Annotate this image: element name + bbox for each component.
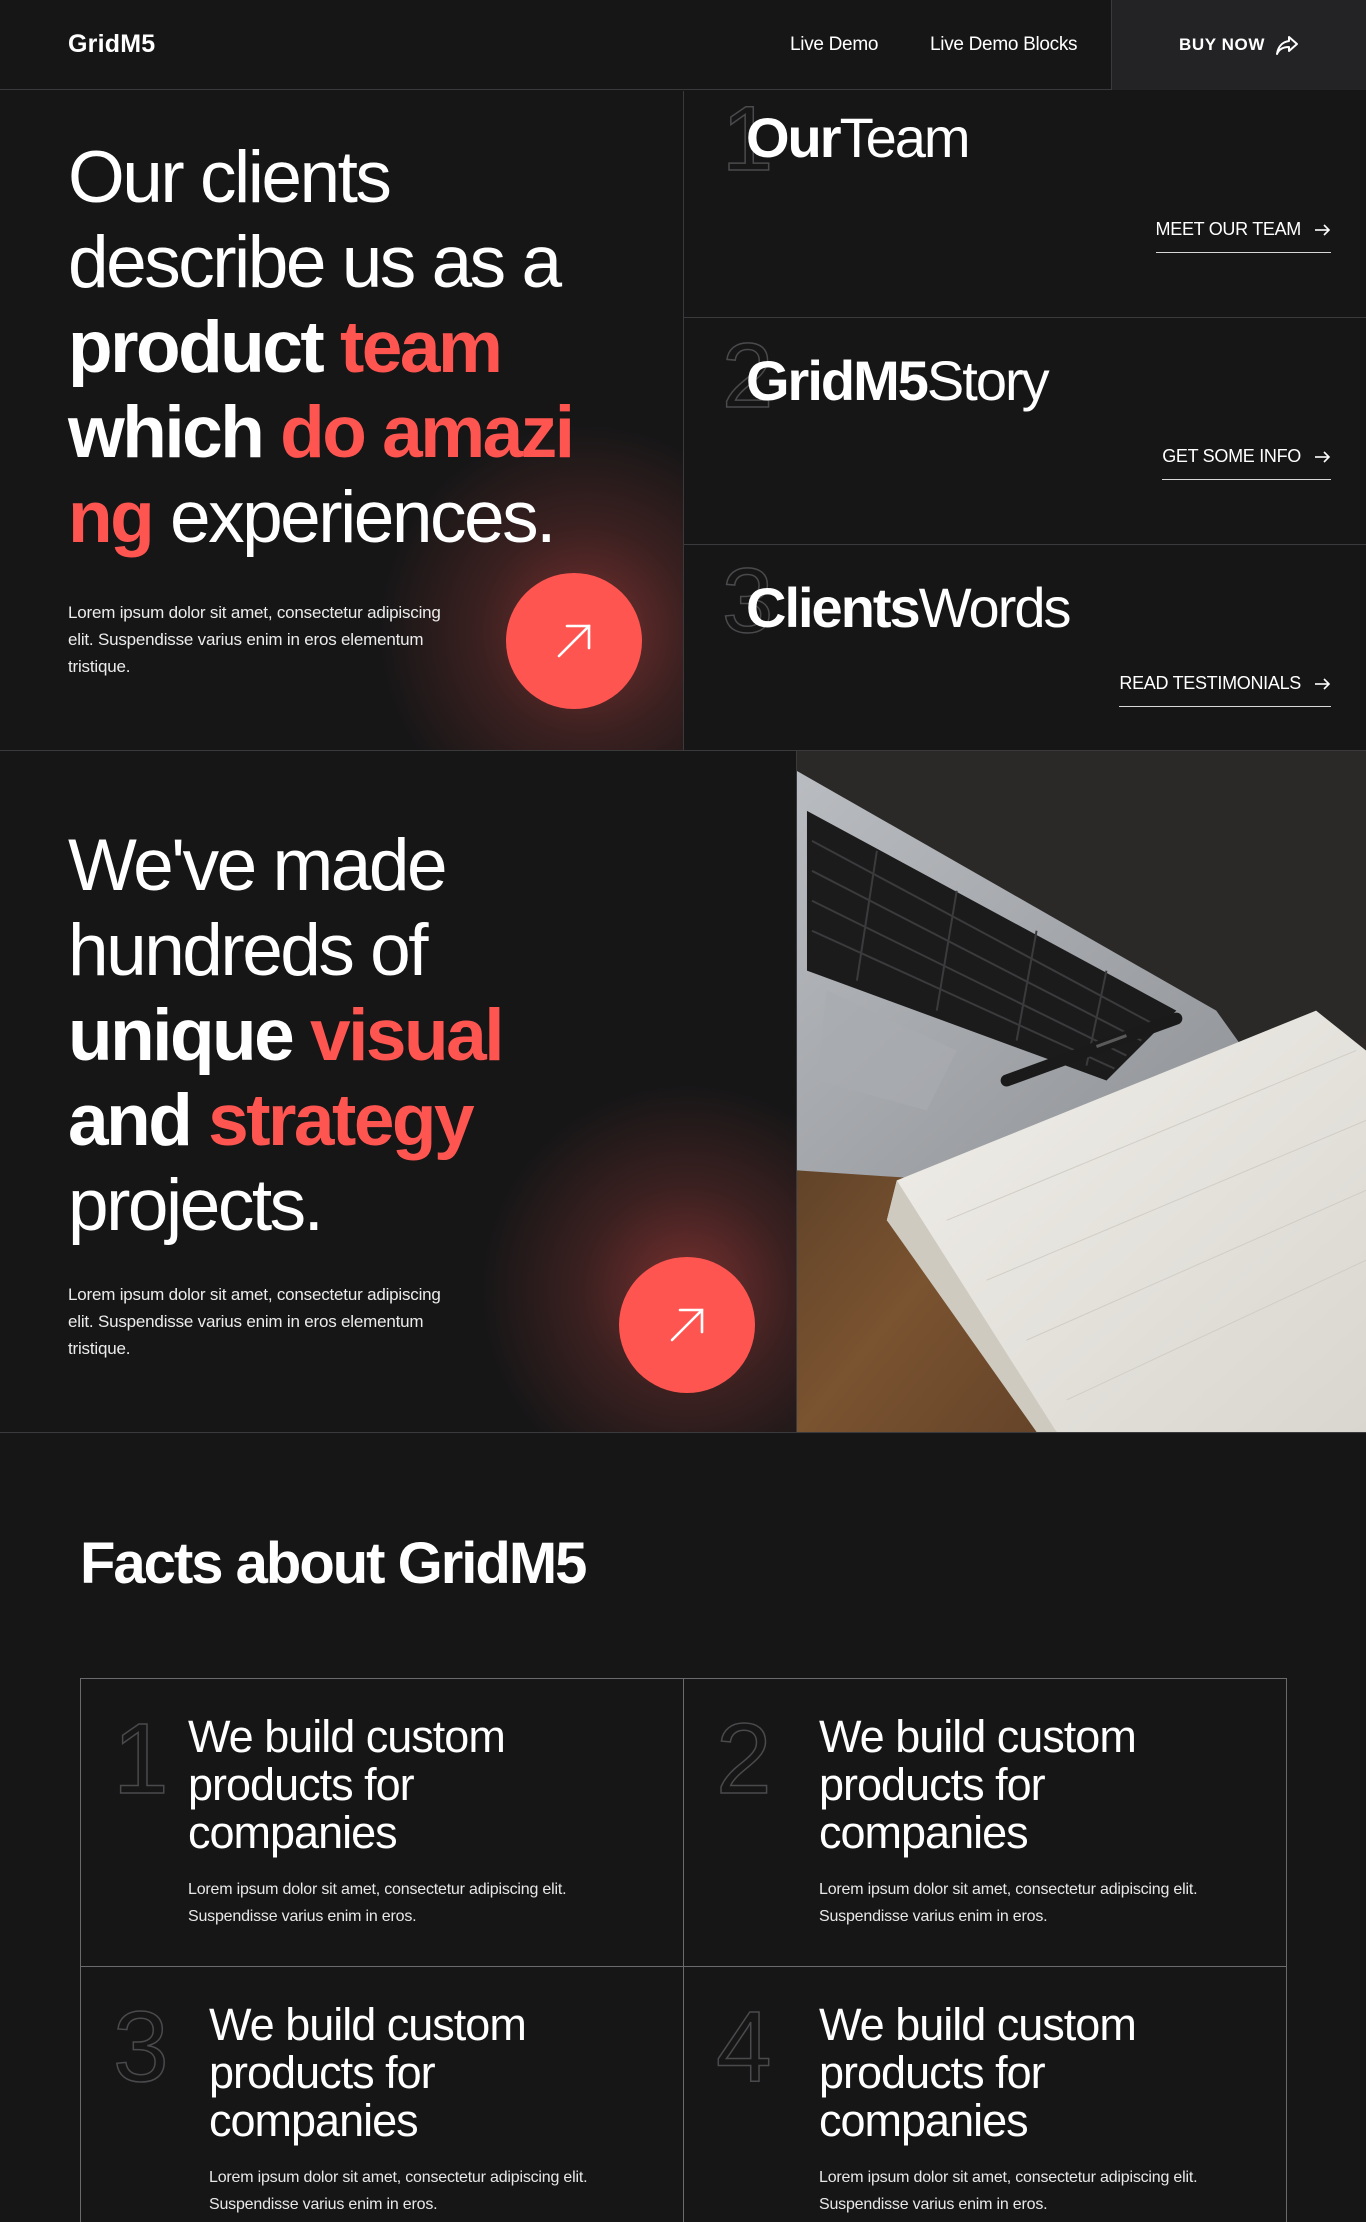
card-title-rest: Story [926, 349, 1050, 412]
fact-item: 1 We build custom products for companies… [81, 1679, 684, 1967]
buy-now-button[interactable]: BUY NOW [1111, 0, 1366, 90]
fact-number: 4 [715, 1991, 772, 2103]
card-title-rest: Team [839, 106, 971, 169]
arrow-up-right-icon [557, 624, 591, 658]
fact-number: 3 [112, 1991, 169, 2103]
fact-body: Lorem ipsum dolor sit amet, consectetur … [209, 2169, 588, 2213]
arrow-right-icon [1315, 223, 1331, 236]
logo[interactable]: GridM5 [68, 30, 155, 59]
facts-title-regular: Facts about [80, 1531, 385, 1596]
fact-heading: We build custom products for companies [209, 1999, 527, 2146]
card-clients-words: 3 ClientsWords READ TESTIMONIALS [684, 545, 1366, 772]
hero-word-do-amazing-2: ng [68, 477, 155, 558]
fact-heading: We build custom products for companies [819, 1711, 1137, 1858]
hero-line-2: describe us as a [68, 222, 562, 303]
get-some-info-link[interactable]: GET SOME INFO [1162, 446, 1331, 480]
hero-headline: Our clients describe us as a product tea… [68, 135, 668, 560]
projects-arrow-button[interactable] [619, 1257, 755, 1393]
laptop-notebook-photo [796, 751, 1366, 1433]
card-our-team: 1 OurTeam MEET OUR TEAM [684, 91, 1366, 318]
photo-illustration [797, 751, 1366, 1432]
fact-heading: We build custom products for companies [819, 1999, 1137, 2146]
hero-word-which: which [68, 392, 265, 473]
read-testimonials-link[interactable]: READ TESTIMONIALS [1119, 673, 1331, 707]
arrow-right-icon [1315, 677, 1331, 690]
hero-body-text: Lorem ipsum dolor sit amet, consectetur … [68, 603, 441, 676]
top-nav: GridM5 Live Demo Live Demo Blocks BUY NO… [0, 0, 1366, 90]
projects-word-and: and [68, 1080, 193, 1161]
card-title-bold: Our [746, 106, 842, 169]
card-title-rest: Words [918, 576, 1072, 639]
fact-body: Lorem ipsum dolor sit amet, consectetur … [819, 2169, 1198, 2213]
hero-section: Our clients describe us as a product tea… [0, 91, 683, 751]
hero-word-do-amazing-1: do amazi [280, 392, 575, 473]
fact-number: 2 [715, 1703, 772, 1815]
nav-link-live-demo[interactable]: Live Demo [790, 34, 878, 56]
hero-cards: 1 OurTeam MEET OUR TEAM 2 GridM5Story GE… [683, 91, 1366, 751]
projects-headline: We've made hundreds of unique visual and… [68, 823, 668, 1248]
card-title: OurTeam [746, 105, 971, 170]
card-title: ClientsWords [746, 575, 1072, 640]
projects-word-visual: visual [310, 995, 504, 1076]
buy-now-label: BUY NOW [1178, 35, 1266, 54]
arrow-up-right-icon [670, 1308, 704, 1342]
projects-word-projects: projects. [68, 1165, 324, 1246]
facts-title-bold: GridM5 [397, 1531, 588, 1596]
fact-number: 1 [112, 1703, 169, 1815]
card-title-bold: GridM5 [746, 349, 929, 412]
hero-line-1: Our clients [68, 137, 392, 218]
fact-item: 4 We build custom products for companies… [684, 1967, 1287, 2222]
projects-line-2: hundreds of [68, 910, 429, 991]
hero-word-experiences: experiences. [169, 477, 556, 558]
fact-body: Lorem ipsum dolor sit amet, consectetur … [819, 1881, 1198, 1925]
share-arrow-icon [1276, 36, 1299, 55]
cta-label: READ TESTIMONIALS [1119, 673, 1301, 693]
fact-item: 2 We build custom products for companies… [684, 1679, 1287, 1967]
nav-link-live-demo-blocks[interactable]: Live Demo Blocks [930, 34, 1078, 56]
hero-word-product: product [68, 307, 325, 388]
card-title: GridM5Story [746, 348, 1050, 413]
fact-item: 3 We build custom products for companies… [81, 1967, 684, 2222]
card-title-bold: Clients [746, 576, 921, 639]
arrow-right-icon [1315, 450, 1331, 463]
projects-word-strategy: strategy [208, 1080, 475, 1161]
fact-heading: We build custom products for companies [188, 1711, 506, 1858]
fact-body: Lorem ipsum dolor sit amet, consectetur … [188, 1881, 567, 1925]
projects-line-1: We've made [68, 825, 448, 906]
facts-title: Facts about GridM5 [80, 1530, 588, 1597]
projects-body-text: Lorem ipsum dolor sit amet, consectetur … [68, 1285, 441, 1358]
meet-our-team-link[interactable]: MEET OUR TEAM [1155, 219, 1331, 253]
facts-grid: 1 We build custom products for companies… [80, 1678, 1287, 2222]
projects-word-unique: unique [68, 995, 295, 1076]
card-gridm5-story: 2 GridM5Story GET SOME INFO [684, 318, 1366, 545]
hero-word-team: team [339, 307, 503, 388]
cta-label: MEET OUR TEAM [1155, 219, 1302, 239]
hero-arrow-button[interactable] [506, 573, 642, 709]
projects-section: We've made hundreds of unique visual and… [0, 751, 796, 1433]
cta-label: GET SOME INFO [1162, 446, 1301, 466]
